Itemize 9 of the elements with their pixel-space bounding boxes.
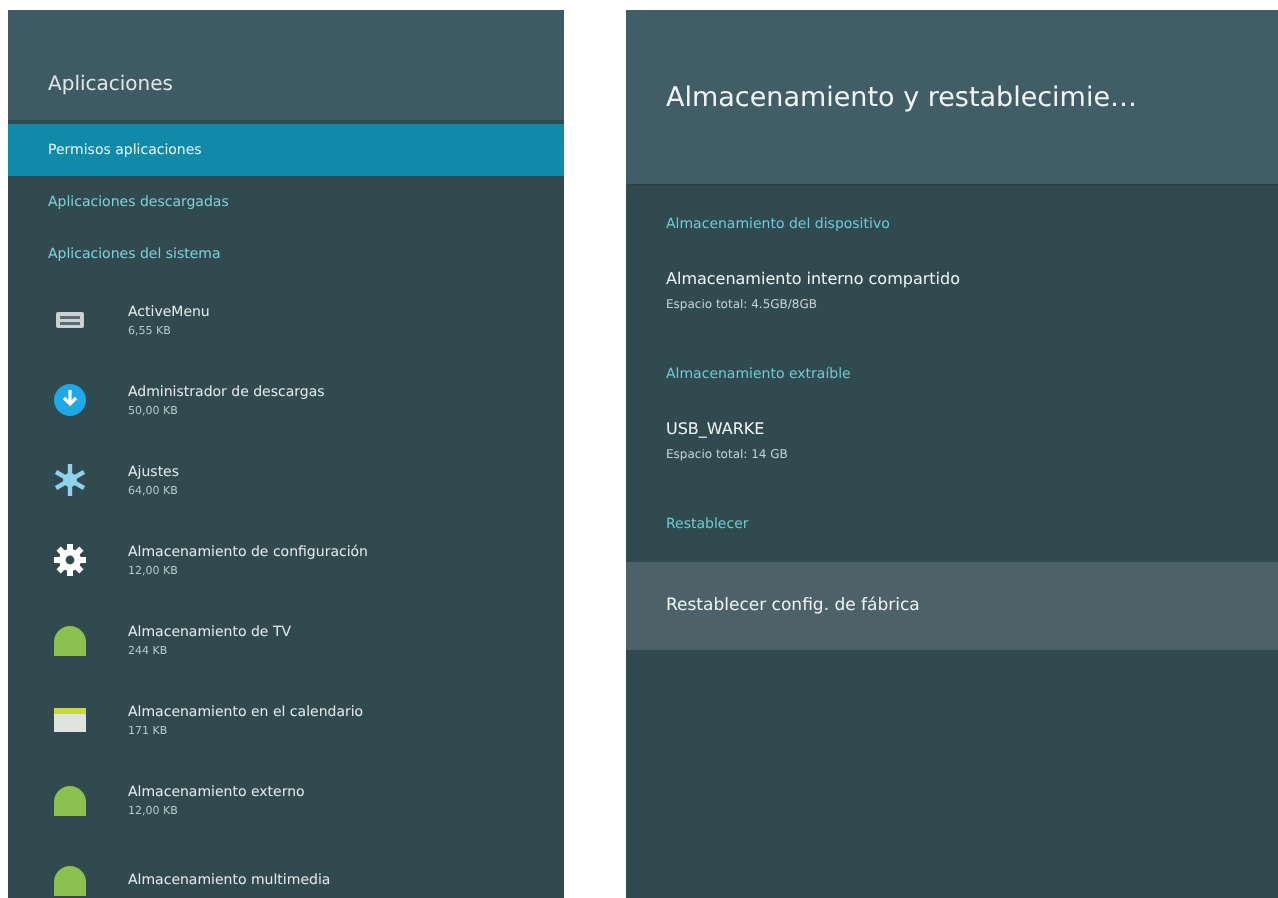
gear-icon <box>52 542 88 578</box>
snowflake-icon <box>52 462 88 498</box>
panel-title: Aplicaciones <box>48 74 173 96</box>
panel-title: Almacenamiento y restablecimie… <box>666 81 1138 113</box>
calendar-icon <box>52 702 88 738</box>
entry-label[interactable]: USB_WARKE <box>666 420 1238 438</box>
entry-label[interactable]: Restablecer config. de fábrica <box>666 596 920 616</box>
entry-label[interactable]: Almacenamiento interno compartido <box>666 270 1238 288</box>
download-icon <box>52 382 88 418</box>
